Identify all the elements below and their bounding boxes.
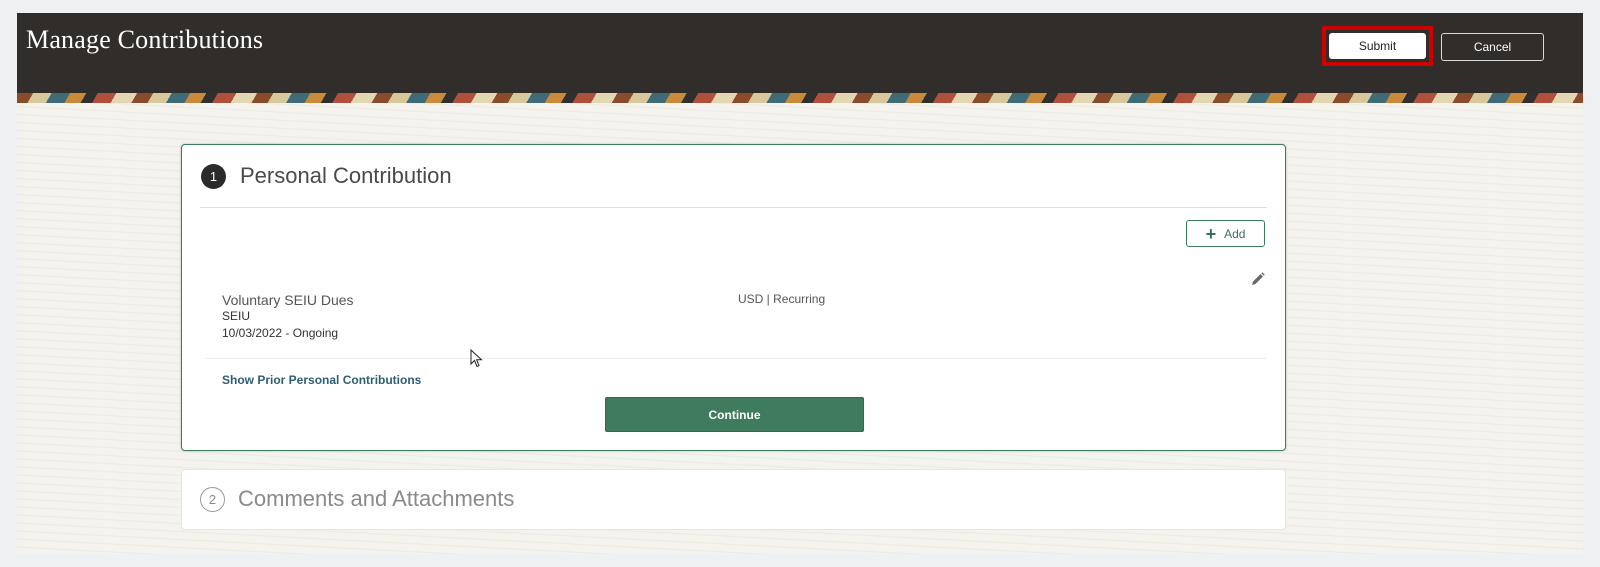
row-divider (206, 358, 1267, 359)
submit-button[interactable]: Submit (1329, 33, 1426, 59)
contribution-organization: SEIU (222, 309, 251, 323)
page-header: Manage Contributions Submit Cancel (17, 13, 1583, 93)
contribution-dates: 10/03/2022 - Ongoing (222, 326, 339, 340)
section-divider (200, 207, 1267, 208)
step-title: Personal Contribution (240, 163, 452, 188)
add-button[interactable]: + Add (1186, 220, 1265, 247)
add-button-label: Add (1224, 226, 1246, 241)
step-comments-attachments[interactable]: 2 Comments and Attachments (181, 469, 1286, 530)
contribution-name: Voluntary SEIU Dues (222, 292, 354, 308)
cancel-button[interactable]: Cancel (1441, 33, 1544, 61)
step-title: Comments and Attachments (238, 486, 515, 511)
plus-icon: + (1205, 223, 1217, 244)
pencil-icon[interactable] (1250, 271, 1266, 287)
page-title: Manage Contributions (26, 25, 264, 54)
step-number-badge: 1 (201, 164, 226, 189)
step-number-badge: 2 (200, 487, 225, 512)
step-personal-contribution: 1 Personal Contribution + Add Voluntary … (181, 144, 1286, 451)
continue-button[interactable]: Continue (605, 397, 864, 432)
contribution-type: USD | Recurring (738, 292, 826, 306)
decorative-banner (17, 93, 1583, 103)
app-frame: Manage Contributions Submit Cancel 1 Per… (17, 13, 1583, 554)
mouse-pointer-icon (470, 349, 483, 368)
show-prior-contributions-link[interactable]: Show Prior Personal Contributions (222, 373, 421, 387)
